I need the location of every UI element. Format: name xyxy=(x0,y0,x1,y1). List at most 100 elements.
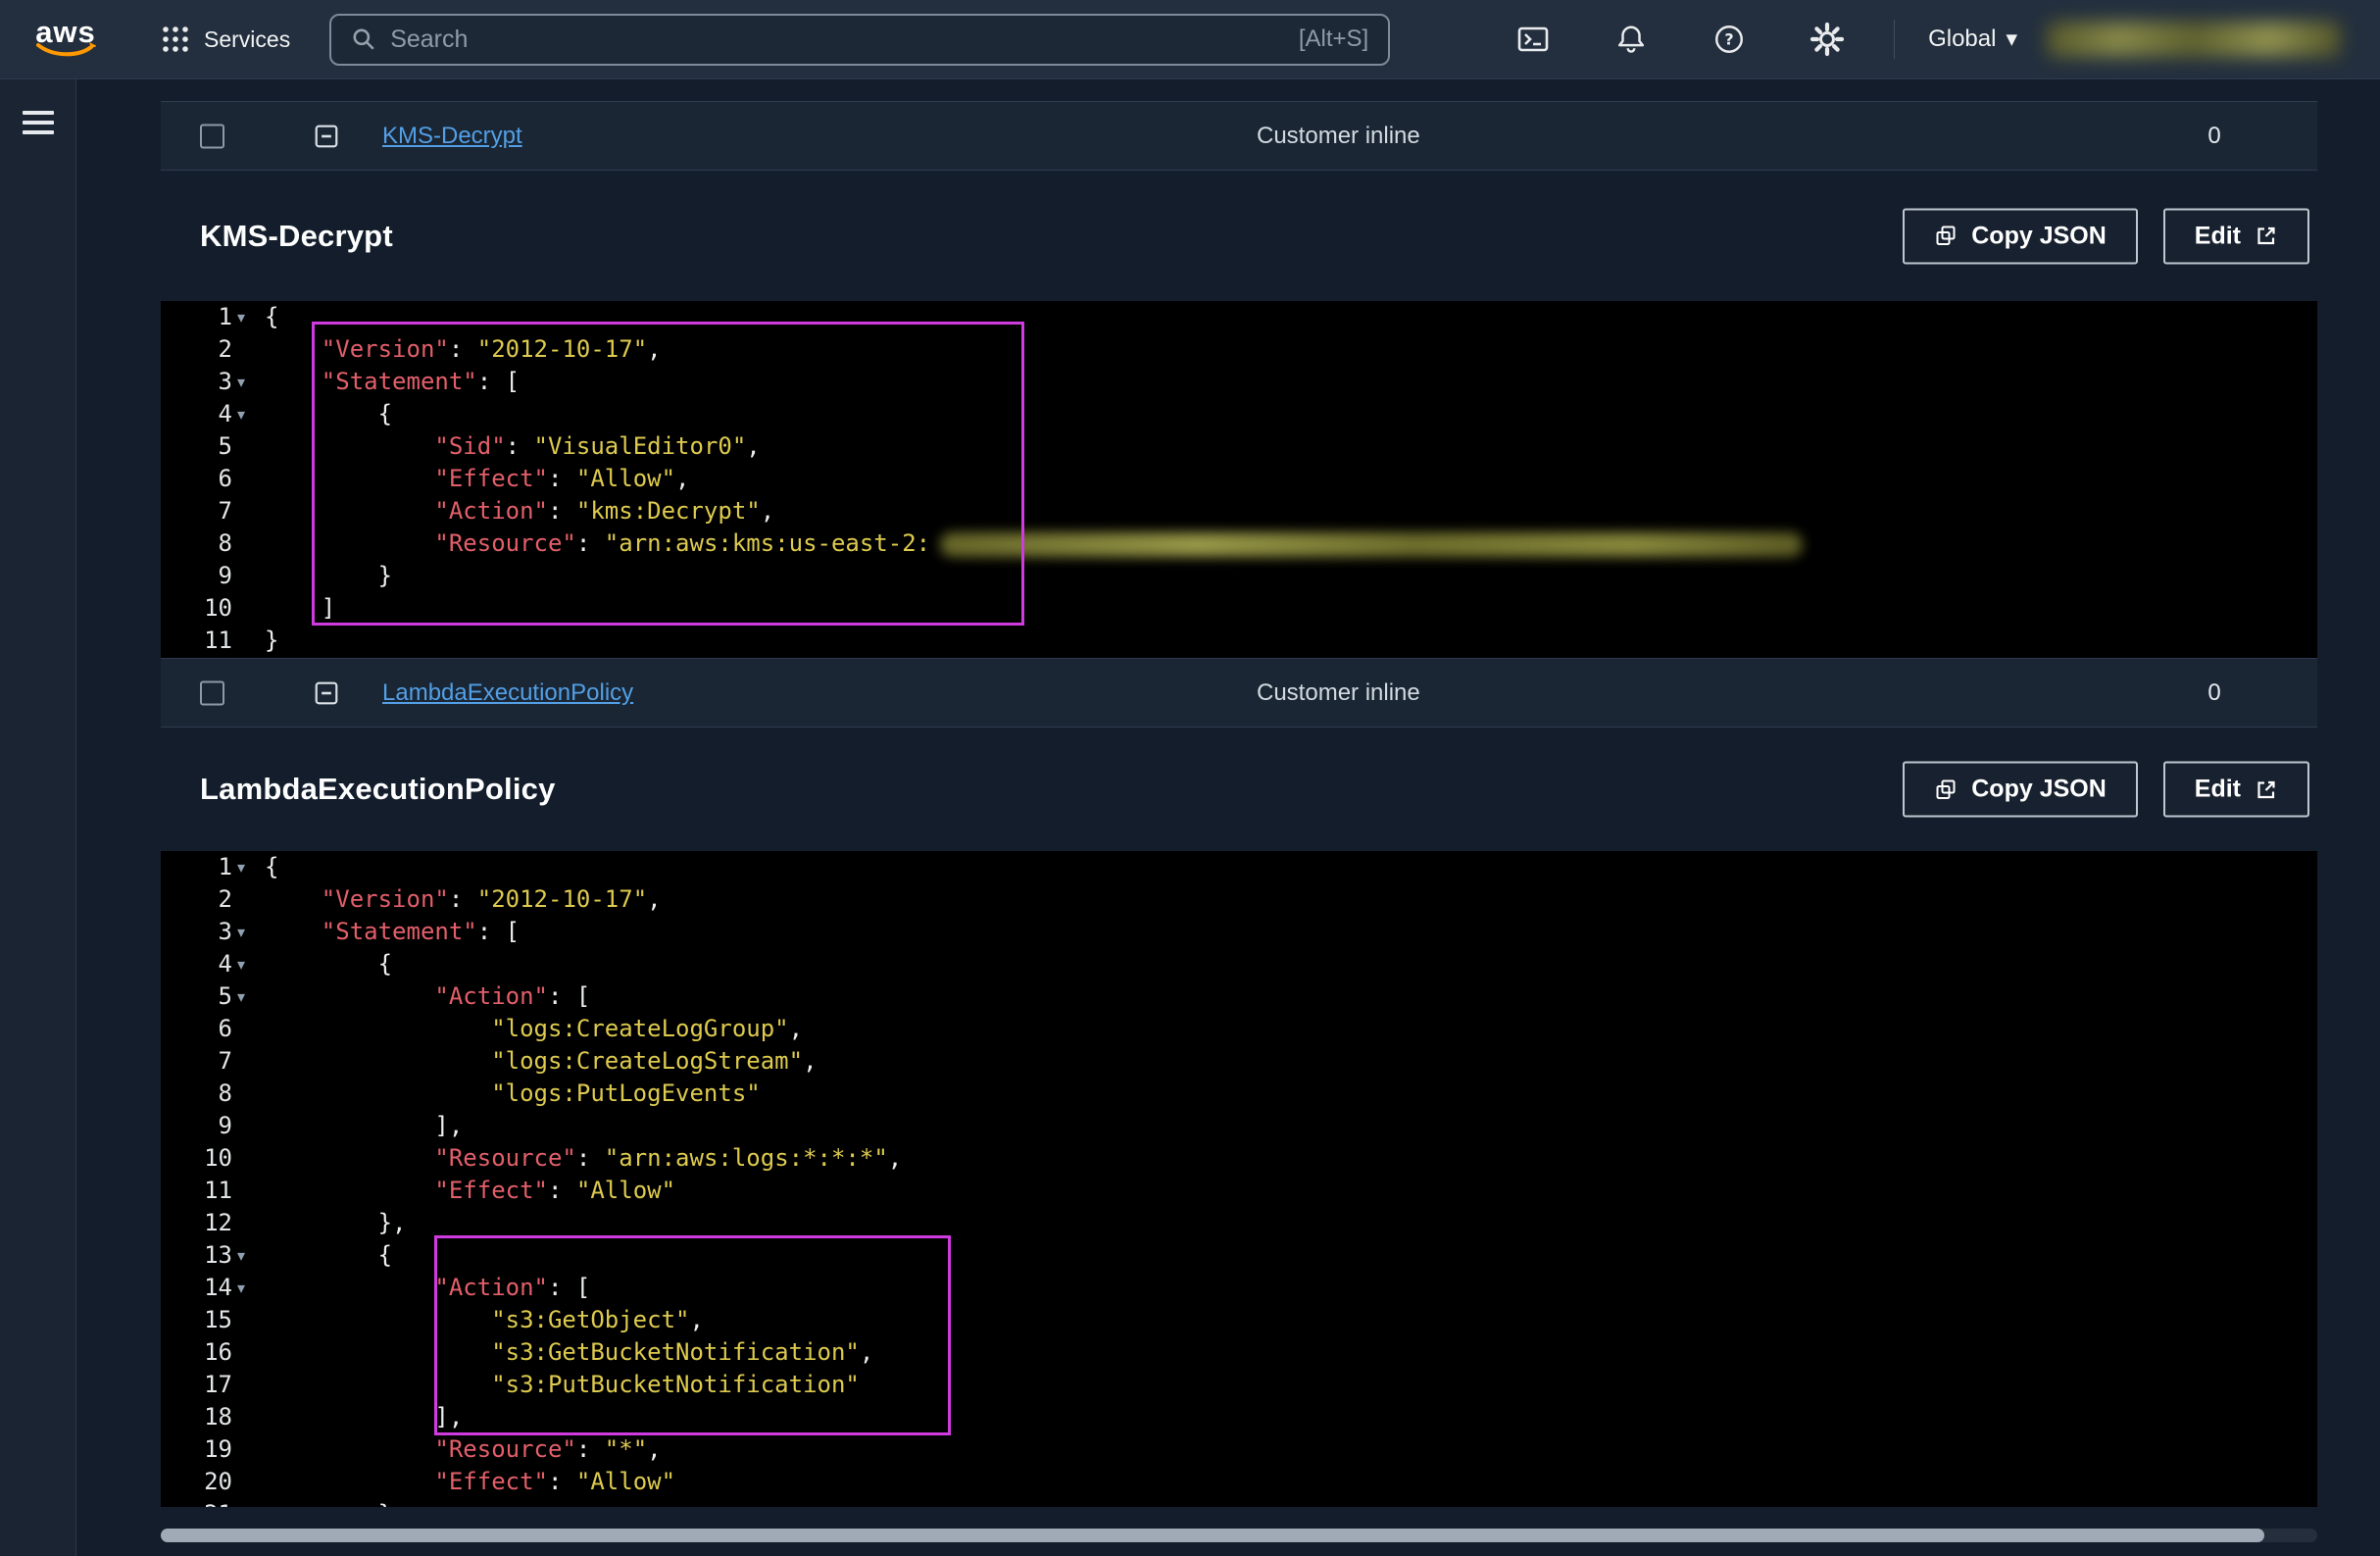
side-navigation xyxy=(0,79,76,1556)
edit-policy-button[interactable]: Edit xyxy=(2162,761,2309,818)
code-line: 4 ▾ { xyxy=(161,948,2317,980)
policy-name-link[interactable]: LambdaExecutionPolicy xyxy=(382,679,633,707)
code-text: "Resource": "arn:aws:kms:us-east-2: xyxy=(265,527,1804,560)
line-number: 4 xyxy=(218,950,232,978)
region-selector[interactable]: Global ▼ xyxy=(1928,25,2017,53)
fold-gutter xyxy=(232,495,265,527)
line-number: 9 xyxy=(218,1112,232,1139)
search-field[interactable] xyxy=(390,25,1285,54)
code-text: "Resource": "*", xyxy=(434,1435,662,1463)
line-number: 2 xyxy=(218,885,232,913)
main-content: KMS-Decrypt Customer inline 0 KMS-Decryp… xyxy=(76,79,2380,1556)
fold-toggle-icon[interactable]: ▾ xyxy=(232,1272,265,1304)
settings-button[interactable] xyxy=(1804,16,1851,63)
menu-button[interactable] xyxy=(22,105,54,140)
line-number: 7 xyxy=(218,1047,232,1075)
fold-gutter xyxy=(232,1401,265,1433)
header-divider xyxy=(1894,20,1896,59)
line-number: 4 xyxy=(218,400,232,427)
fold-gutter xyxy=(232,1110,265,1142)
copy-json-button[interactable]: Copy JSON xyxy=(1903,761,2138,818)
help-button[interactable]: ? xyxy=(1706,16,1753,63)
code-line: 9 ], xyxy=(161,1110,2317,1142)
account-menu-redacted[interactable] xyxy=(2047,22,2341,57)
code-line: 10 ] xyxy=(161,592,2317,625)
policy-name-link[interactable]: KMS-Decrypt xyxy=(382,123,522,150)
fold-toggle-icon[interactable]: ▾ xyxy=(232,366,265,398)
fold-toggle-icon[interactable]: ▾ xyxy=(232,398,265,430)
line-number: 15 xyxy=(204,1306,232,1333)
lambda-policy-json-editor[interactable]: 1 ▾{2 "Version": "2012-10-17", 3 ▾ "Stateme… xyxy=(161,851,2317,1507)
bell-icon xyxy=(1618,25,1645,53)
code-text: { xyxy=(265,950,393,978)
code-line: 1 ▾{ xyxy=(161,301,2317,333)
services-button[interactable]: Services xyxy=(161,25,290,54)
fold-gutter xyxy=(232,1045,265,1078)
help-icon: ? xyxy=(1715,25,1744,53)
fold-toggle-icon[interactable]: ▾ xyxy=(232,980,265,1013)
code-text: "Version": "2012-10-17", xyxy=(321,885,662,913)
code-line: 3 ▾ "Statement": [ xyxy=(161,366,2317,398)
policy-panel-header: LambdaExecutionPolicy Copy JSON Edit xyxy=(161,728,2317,851)
horizontal-scrollbar[interactable] xyxy=(161,1529,2317,1542)
fold-toggle-icon[interactable]: ▾ xyxy=(232,948,265,980)
code-line: 17 "s3:PutBucketNotification" xyxy=(161,1369,2317,1401)
code-text: ] xyxy=(265,594,336,622)
code-text: "logs:CreateLogStream", xyxy=(491,1047,818,1075)
row-checkbox[interactable] xyxy=(200,680,224,705)
svg-text:?: ? xyxy=(1724,30,1733,49)
policy-row-lambda-execution[interactable]: LambdaExecutionPolicy Customer inline 0 xyxy=(161,658,2317,728)
line-number: 19 xyxy=(204,1435,232,1463)
fold-toggle-icon[interactable]: ▾ xyxy=(232,916,265,948)
copy-json-button[interactable]: Copy JSON xyxy=(1903,208,2138,264)
code-line: 20 "Effect": "Allow" xyxy=(161,1466,2317,1498)
fold-gutter xyxy=(232,1078,265,1110)
code-line: 6 "logs:CreateLogGroup", xyxy=(161,1013,2317,1045)
fold-toggle-icon[interactable]: ▾ xyxy=(232,851,265,883)
code-line: 21 }, xyxy=(161,1498,2317,1507)
search-shortcut-hint: [Alt+S] xyxy=(1298,25,1369,52)
code-line: 11} xyxy=(161,625,2317,657)
cloudshell-button[interactable] xyxy=(1510,16,1557,63)
line-number: 17 xyxy=(204,1371,232,1398)
code-line: 5 "Sid": "VisualEditor0", xyxy=(161,430,2317,463)
line-number: 10 xyxy=(204,1144,232,1172)
code-line: 14 ▾ "Action": [ xyxy=(161,1272,2317,1304)
services-grid-icon xyxy=(163,26,188,52)
region-label: Global xyxy=(1928,25,1997,52)
fold-gutter xyxy=(232,1369,265,1401)
fold-gutter xyxy=(232,560,265,592)
policy-row-kms-decrypt[interactable]: KMS-Decrypt Customer inline 0 xyxy=(161,101,2317,171)
line-number: 3 xyxy=(218,368,232,395)
edit-policy-button[interactable]: Edit xyxy=(2162,208,2309,264)
code-text: { xyxy=(265,853,279,880)
code-text: "Action": [ xyxy=(434,1274,591,1301)
code-text: }, xyxy=(265,1498,407,1507)
row-checkbox[interactable] xyxy=(200,124,224,148)
search-input[interactable]: [Alt+S] xyxy=(329,13,1391,66)
code-line: 15 "s3:GetObject", xyxy=(161,1304,2317,1336)
code-line: 1 ▾{ xyxy=(161,851,2317,883)
code-text: } xyxy=(265,627,279,654)
collapse-row-icon[interactable] xyxy=(314,680,339,706)
policy-panel-header: KMS-Decrypt Copy JSON Edit xyxy=(161,171,2317,301)
line-number: 6 xyxy=(218,1015,232,1042)
code-line: 11 "Effect": "Allow" xyxy=(161,1175,2317,1207)
kms-policy-json-editor[interactable]: 1 ▾{2 "Version": "2012-10-17", 3 ▾ "Stateme… xyxy=(161,301,2317,658)
fold-toggle-icon[interactable]: ▾ xyxy=(232,301,265,333)
fold-toggle-icon[interactable]: ▾ xyxy=(232,1239,265,1272)
code-text: "logs:PutLogEvents" xyxy=(491,1079,761,1107)
collapse-row-icon[interactable] xyxy=(314,124,339,149)
line-number: 6 xyxy=(218,465,232,492)
notifications-button[interactable] xyxy=(1608,16,1655,63)
code-line: 7 "logs:CreateLogStream", xyxy=(161,1045,2317,1078)
fold-gutter xyxy=(232,527,265,560)
line-number: 3 xyxy=(218,918,232,945)
scrollbar-thumb[interactable] xyxy=(161,1529,2264,1542)
code-line: 13 ▾ { xyxy=(161,1239,2317,1272)
code-line: 10 "Resource": "arn:aws:logs:*:*:*", xyxy=(161,1142,2317,1175)
aws-logo[interactable]: aws xyxy=(35,17,96,59)
fold-gutter xyxy=(232,430,265,463)
code-text: { xyxy=(265,400,393,427)
fold-gutter xyxy=(232,1336,265,1369)
